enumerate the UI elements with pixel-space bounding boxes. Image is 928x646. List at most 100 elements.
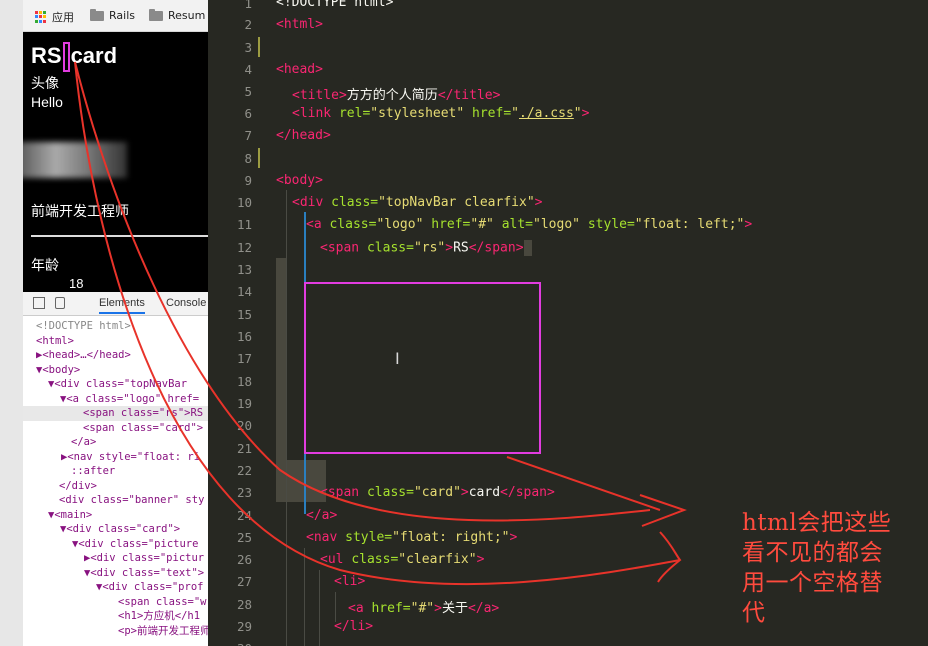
code-token: </title> xyxy=(437,88,501,103)
code-line: <nav style="float: right;"> xyxy=(306,530,518,545)
bookmark-rails[interactable]: Rails xyxy=(90,8,135,22)
code-token: "stylesheet" xyxy=(370,106,465,121)
tab-console[interactable]: Console xyxy=(166,297,206,309)
inspect-icon[interactable] xyxy=(33,297,45,309)
indent-guide xyxy=(286,190,287,646)
code-token: alt= xyxy=(501,217,534,232)
tab-elements[interactable]: Elements xyxy=(99,297,145,314)
code-token: </a> xyxy=(467,601,500,616)
dom-node[interactable]: ▼<body> xyxy=(36,363,208,378)
code-token: class= xyxy=(366,485,414,500)
line-number: 12 xyxy=(236,240,252,255)
line-number: 27 xyxy=(236,574,252,589)
code-token: <a xyxy=(306,217,322,232)
dom-node[interactable]: ▶<head>…</head> xyxy=(36,348,208,363)
dom-node[interactable]: <html> xyxy=(36,334,208,349)
code-editor[interactable]: 1 2 3 4 5 6 7 8 9 10 11 12 13 14 15 16 1… xyxy=(208,0,928,646)
code-token: <span xyxy=(320,240,360,256)
code-token: 方方的个人简历 xyxy=(346,88,438,103)
bookmark-apps[interactable]: 应用 xyxy=(35,9,74,25)
code-token: <head> xyxy=(276,62,323,77)
code-token: style= xyxy=(345,530,393,545)
desktop-strip xyxy=(0,0,23,646)
line-number: 28 xyxy=(236,597,252,612)
line-number: 18 xyxy=(236,374,252,389)
code-line: <html> xyxy=(276,17,323,32)
logo[interactable]: RS card xyxy=(31,42,117,72)
dom-node[interactable]: ▼<div class="topNavBar xyxy=(48,377,208,392)
logo-rs: RS xyxy=(31,42,62,68)
code-token: <a xyxy=(348,601,364,616)
line-number: 25 xyxy=(236,530,252,545)
dom-node[interactable]: <p>前端开发工程师 xyxy=(118,624,208,639)
dom-node-selected[interactable]: <span class="rs">RS xyxy=(23,406,208,421)
dom-node[interactable]: ▼<div class="picture xyxy=(72,537,208,552)
code-token: card xyxy=(468,485,501,500)
code-token[interactable]: ./a.css xyxy=(519,106,574,121)
dom-node[interactable]: ▼<main> xyxy=(48,508,208,523)
code-line: <body> xyxy=(276,173,323,188)
code-line: </head> xyxy=(276,128,331,143)
code-line: <a class="logo" href="#" alt="logo" styl… xyxy=(306,217,753,232)
code-line: <span class="card">card</span> xyxy=(320,485,555,500)
line-number: 7 xyxy=(244,128,252,143)
dom-node[interactable]: ▶<div class="pictur xyxy=(84,551,208,566)
line-number: 21 xyxy=(236,441,252,456)
code-token: href= xyxy=(431,217,471,232)
avatar-label: 头像 xyxy=(31,75,59,91)
annotation-line: html会把这些 xyxy=(742,510,892,536)
dom-node[interactable]: <div class="banner" sty xyxy=(59,493,208,508)
selection-highlight xyxy=(276,258,286,460)
dom-node[interactable]: ▼<div class="text"> xyxy=(84,566,208,581)
dom-node[interactable]: </div> xyxy=(59,479,208,494)
dom-node[interactable]: ▶<nav style="float: ri xyxy=(61,450,208,465)
code-token: <li> xyxy=(334,574,366,589)
line-number: 16 xyxy=(236,329,252,344)
code-token: "clearfix" xyxy=(398,552,477,567)
annotation-line: 代 xyxy=(742,600,766,626)
whitespace-highlight-box xyxy=(62,42,70,72)
code-token: href= xyxy=(472,106,512,121)
line-number: 13 xyxy=(236,262,252,277)
annotation-text: html会把这些 看不见的都会 用一个空格替 代 xyxy=(742,508,922,628)
code-token: </span> xyxy=(468,240,524,256)
code-token: <ul xyxy=(320,552,344,567)
code-line: <title>方方的个人简历</title> xyxy=(292,84,500,103)
bookmark-label: 应用 xyxy=(52,11,74,24)
indent-guide xyxy=(319,570,320,646)
line-number: 17 xyxy=(236,351,252,366)
dom-node[interactable]: ▼<div class="prof xyxy=(96,580,208,595)
line-number: 4 xyxy=(244,62,252,77)
code-line: <li> xyxy=(334,574,365,589)
code-line: <div class="topNavBar clearfix"> xyxy=(292,195,543,210)
annotation-line: 用一个空格替 xyxy=(742,570,883,596)
code-token: RS xyxy=(453,240,469,256)
dom-node[interactable]: ▼<a class="logo" href= xyxy=(60,392,208,407)
code-token: style= xyxy=(587,217,635,232)
line-number: 9 xyxy=(244,173,252,188)
folder-icon xyxy=(90,8,104,21)
code-token: <div xyxy=(292,195,324,210)
dom-node[interactable]: <h1>方应机</h1 xyxy=(118,609,208,624)
dom-node[interactable]: <span class="card"> xyxy=(83,421,208,436)
code-token: <link xyxy=(292,106,332,121)
device-toolbar-icon[interactable] xyxy=(55,297,65,309)
divider xyxy=(31,235,208,237)
line-number: 11 xyxy=(236,217,252,232)
code-token: class= xyxy=(351,552,399,567)
dom-node[interactable]: ::after xyxy=(71,464,208,479)
bookmark-resume[interactable]: Resum xyxy=(149,8,205,22)
dom-node[interactable]: </a> xyxy=(71,435,208,450)
code-token: "logo" xyxy=(376,217,424,232)
devtools-panel: Elements Console <!DOCTYPE html> <html> … xyxy=(23,292,208,646)
dom-node[interactable]: <!DOCTYPE html> xyxy=(36,319,208,334)
line-number: 22 xyxy=(236,463,252,478)
line-number: 6 xyxy=(244,106,252,121)
dom-node[interactable]: ▼<div class="card"> xyxy=(60,522,208,537)
code-line: </a> xyxy=(306,508,337,523)
dom-node[interactable]: <span class="w xyxy=(118,595,208,610)
code-token: </span> xyxy=(500,485,555,500)
bookmarks-bar: 应用 Rails Resum xyxy=(23,0,208,32)
devtools-toolbar: Elements Console xyxy=(23,292,208,316)
line-number: 20 xyxy=(236,418,252,433)
